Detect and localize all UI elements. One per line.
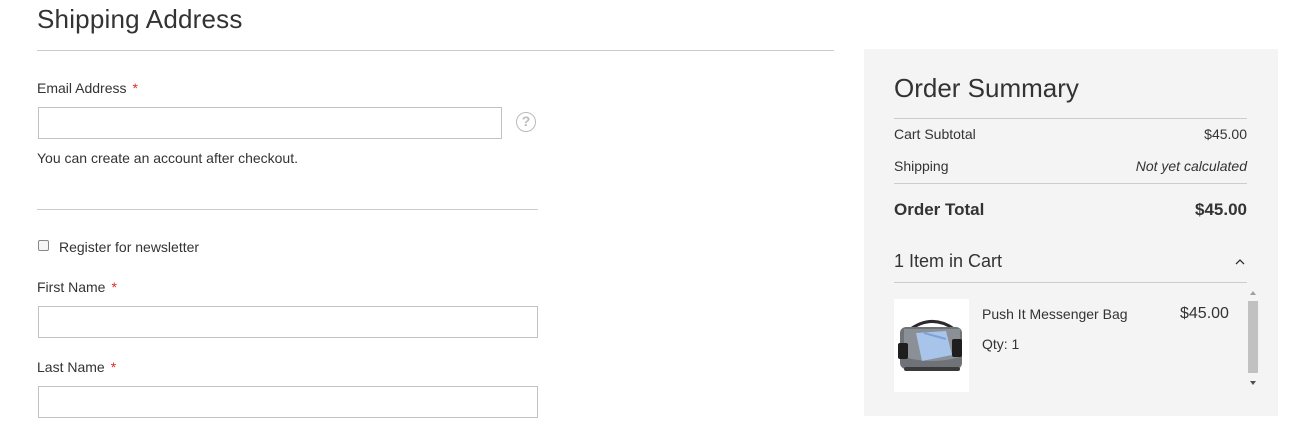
subtotal-label: Cart Subtotal (894, 126, 976, 142)
first-name-label: First Name * (37, 279, 117, 295)
scroll-up-arrow-icon[interactable] (1248, 289, 1258, 297)
messenger-bag-image (898, 320, 962, 371)
title-divider (37, 50, 834, 51)
section-divider (37, 209, 538, 210)
email-label-text: Email Address (37, 80, 127, 96)
totals-divider (894, 183, 1247, 184)
scroll-thumb[interactable] (1248, 301, 1258, 373)
first-name-label-text: First Name (37, 279, 106, 295)
last-name-label: Last Name * (37, 359, 116, 375)
summary-divider (894, 118, 1247, 119)
required-mark: * (111, 279, 117, 295)
email-field[interactable] (38, 107, 502, 139)
product-qty: Qty: 1 (982, 336, 1020, 352)
scroll-down-arrow-icon[interactable] (1248, 379, 1258, 387)
newsletter-checkbox[interactable] (38, 240, 49, 251)
shipping-value: Not yet calculated (1135, 158, 1247, 174)
order-summary-panel: Order Summary Cart Subtotal $45.00 Shipp… (864, 49, 1278, 416)
items-divider (894, 282, 1247, 283)
first-name-field[interactable] (38, 306, 538, 338)
last-name-field[interactable] (38, 386, 538, 418)
order-total-label: Order Total (894, 200, 985, 219)
items-in-cart-toggle[interactable]: 1 Item in Cart (894, 251, 1002, 272)
account-note: You can create an account after checkout… (37, 150, 298, 166)
last-name-label-text: Last Name (37, 359, 105, 375)
required-mark: * (110, 359, 117, 375)
product-price: $45.00 (1180, 305, 1229, 322)
product-name[interactable]: Push It Messenger Bag (982, 306, 1128, 322)
newsletter-label[interactable]: Register for newsletter (59, 239, 199, 255)
help-icon[interactable]: ? (516, 112, 536, 132)
chevron-up-icon[interactable] (1234, 256, 1246, 268)
page-title: Shipping Address (37, 4, 243, 34)
order-summary-title: Order Summary (894, 73, 1079, 103)
shipping-label: Shipping (894, 158, 949, 174)
subtotal-value: $45.00 (1204, 126, 1247, 142)
product-thumbnail (894, 299, 969, 392)
email-label: Email Address * (37, 80, 138, 96)
order-total-value: $45.00 (1195, 200, 1247, 219)
required-mark: * (132, 80, 138, 96)
